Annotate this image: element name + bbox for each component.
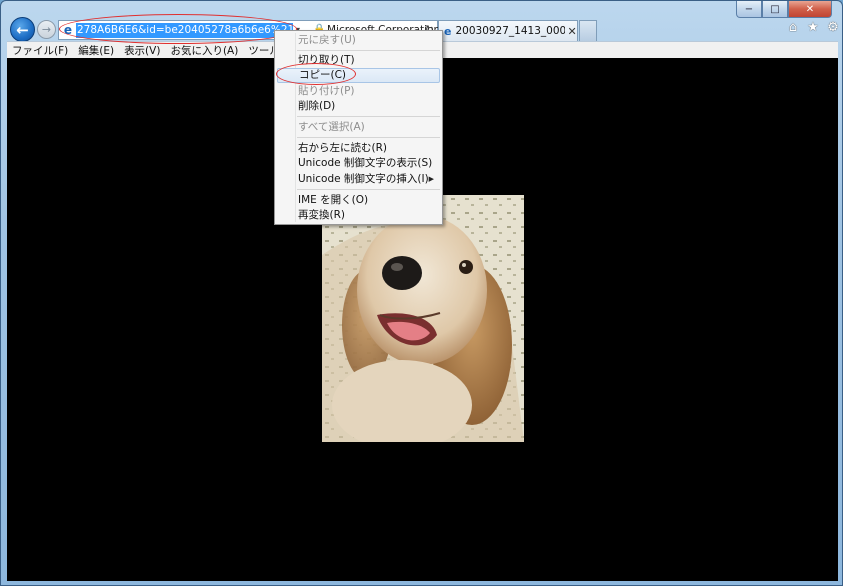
context-insert-unicode-label: Unicode 制御文字の挿入(I)	[298, 173, 429, 185]
home-icon[interactable]: ⌂	[785, 20, 801, 35]
menu-view[interactable]: 表示(V)	[124, 43, 160, 58]
context-separator	[297, 137, 440, 138]
forward-button[interactable]: →	[37, 20, 56, 39]
context-delete[interactable]: 削除(D)	[277, 99, 440, 114]
menu-file[interactable]: ファイル(F)	[12, 43, 68, 58]
tab-ie-icon: e	[444, 24, 452, 38]
context-show-unicode[interactable]: Unicode 制御文字の表示(S)	[277, 156, 440, 171]
back-button[interactable]: ←	[10, 17, 35, 42]
context-paste[interactable]: 貼り付け(P)	[277, 84, 440, 99]
maximize-button[interactable]: □	[762, 1, 788, 18]
context-separator	[297, 50, 440, 51]
tab-close-icon[interactable]: ✕	[567, 25, 576, 38]
dog-photo-image	[322, 195, 524, 442]
window-controls: − □ ✕	[736, 1, 832, 18]
back-arrow-icon: ←	[16, 20, 29, 39]
context-separator	[297, 116, 440, 117]
context-separator	[297, 189, 440, 190]
new-tab-button[interactable]	[579, 20, 597, 41]
context-select-all[interactable]: すべて選択(A)	[277, 120, 440, 135]
context-insert-unicode[interactable]: Unicode 制御文字の挿入(I) ▶	[277, 172, 440, 187]
tab-active[interactable]: e 20030927_1413_0001 - ... ✕	[438, 20, 578, 41]
tab-title: 20030927_1413_0001 - ...	[455, 25, 566, 37]
close-button[interactable]: ✕	[788, 1, 832, 18]
menu-edit[interactable]: 編集(E)	[78, 43, 114, 58]
context-rtl-reading[interactable]: 右から左に読む(R)	[277, 141, 440, 156]
command-icons: ⌂ ★ ⚙	[785, 20, 841, 35]
browser-window: − □ ✕ ← → e 278A6B6E6&id=be20405278a6b6e…	[0, 0, 843, 586]
submenu-arrow-icon: ▶	[428, 175, 434, 183]
forward-arrow-icon: →	[41, 23, 52, 36]
context-open-ime[interactable]: IME を開く(O)	[277, 193, 440, 208]
minimize-button[interactable]: −	[736, 1, 762, 18]
menu-favorites[interactable]: お気に入り(A)	[170, 43, 238, 58]
tools-gear-icon[interactable]: ⚙	[825, 20, 841, 35]
annotation-circle-url	[59, 14, 297, 44]
context-undo[interactable]: 元に戻す(U)	[277, 33, 440, 48]
favorites-star-icon[interactable]: ★	[805, 20, 821, 35]
context-menu: 元に戻す(U) 切り取り(T) コピー(C) 貼り付け(P) 削除(D) すべて…	[274, 30, 443, 225]
annotation-circle-copy	[276, 63, 356, 85]
context-reconvert[interactable]: 再変換(R)	[277, 208, 440, 223]
dog-photo[interactable]	[322, 195, 524, 442]
